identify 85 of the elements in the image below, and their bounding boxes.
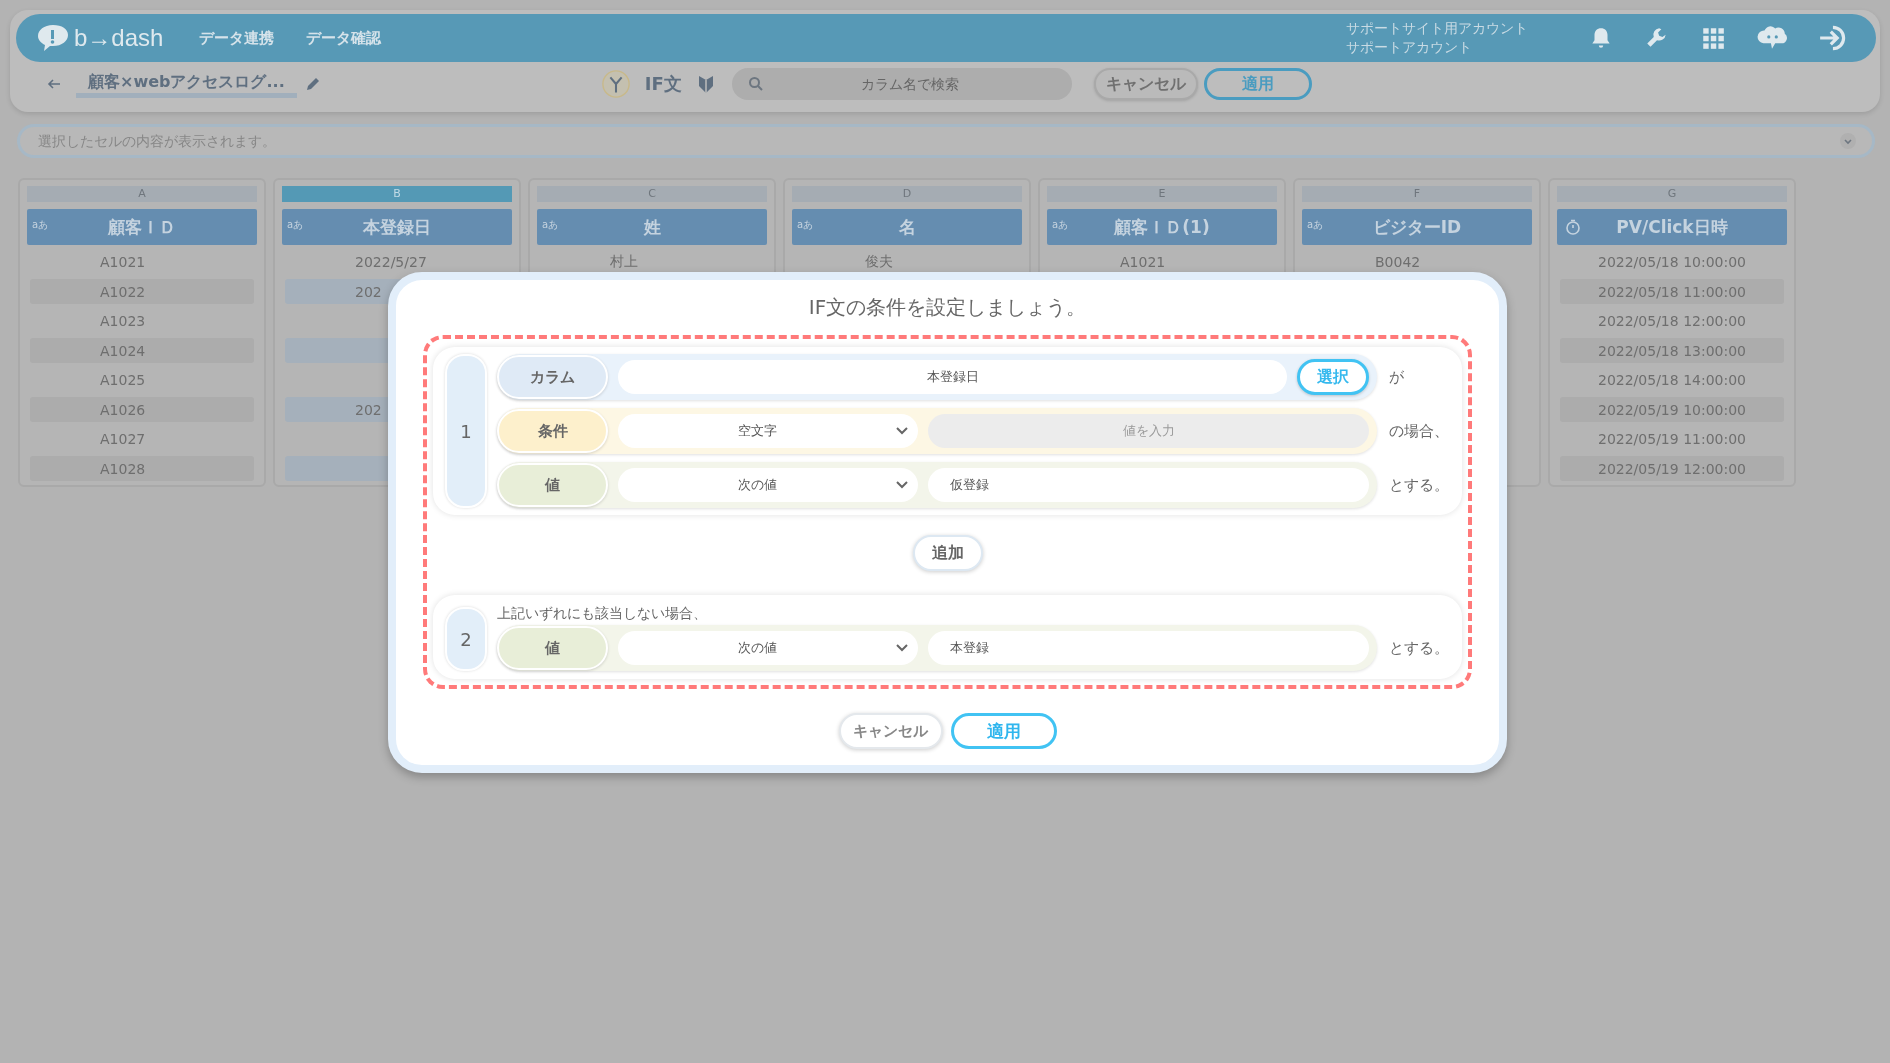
column-header[interactable]: aあ ビジターID [1302, 209, 1532, 245]
search-input[interactable]: カラム名で検索 [763, 75, 1056, 93]
table-cell-text: A1022 [100, 283, 147, 300]
column-name: 本登録日 [363, 215, 431, 239]
value-field[interactable]: 仮登録 [928, 468, 1369, 502]
branch-icon [600, 69, 631, 99]
row-label: カラム [497, 355, 608, 399]
table-cell: 2022/05/18 12:00:00 [1598, 313, 1746, 329]
apply-button[interactable]: 適用 [1203, 68, 1312, 100]
table-cell-text: A1027 [100, 431, 147, 447]
table-cell-text: A1021 [1120, 254, 1167, 270]
account-name: サポートサイト用アカウント [1346, 19, 1528, 38]
table-cell: 2022/05/18 11:00:00 [1598, 283, 1746, 300]
dropdown[interactable]: 次の値 [618, 468, 918, 502]
select-button[interactable]: 選択 [1297, 359, 1369, 395]
table-cell-text: 俊夫 [865, 253, 894, 271]
table-cell-text: A1024 [100, 342, 147, 359]
chevron-down-icon[interactable] [896, 644, 908, 652]
type-label: aあ [797, 218, 814, 232]
chevron-down-icon[interactable] [896, 427, 908, 435]
table-cell-text: 202 [355, 283, 383, 300]
logo-text: b→dash [74, 24, 164, 52]
row-suffix: の場合、 [1389, 421, 1449, 441]
table-cell: 2022/05/19 12:00:00 [1598, 460, 1746, 477]
table-cell-text: B0042 [1375, 254, 1422, 270]
column-field[interactable]: 本登録日 [618, 360, 1287, 394]
type-label: aあ [32, 218, 49, 232]
dialog-title: IF文の条件を設定しましょう。 [807, 294, 1088, 321]
column-name: 顧客ＩＤ [108, 215, 176, 239]
column-name: 姓 [643, 215, 661, 239]
rule-number: 2 [445, 607, 487, 671]
table-cell: 2022/05/19 11:00:00 [1598, 431, 1746, 447]
column-name: 顧客ＩＤ(1) [1114, 215, 1210, 239]
column-header[interactable]: aあ 顧客ＩＤ(1) [1047, 209, 1277, 245]
file-title[interactable]: 顧客×webアクセスログ... [76, 70, 297, 98]
column-header[interactable]: aあ 顧客ＩＤ [27, 209, 257, 245]
pencil-icon[interactable] [304, 76, 321, 92]
table-cell: 2022/05/19 10:00:00 [1598, 401, 1746, 418]
table-cell: 2022/05/18 14:00:00 [1598, 372, 1746, 388]
type-label: aあ [1052, 218, 1069, 232]
row-suffix: が [1389, 367, 1404, 387]
chevron-down-icon[interactable] [896, 481, 908, 489]
row-suffix: とする。 [1389, 475, 1449, 495]
search-field[interactable]: カラム名で検索 [731, 68, 1072, 100]
column-name: ビジターID [1372, 215, 1462, 239]
table-cell-text: A1025 [100, 372, 147, 388]
table-cell: 2022/05/18 10:00:00 [1598, 254, 1746, 270]
column-header[interactable]: aあ 姓 [537, 209, 767, 245]
nav-link[interactable]: データ連携 [199, 28, 275, 48]
column-header[interactable]: PV/Click日時 [1557, 209, 1787, 245]
table-cell: 2022/05/18 13:00:00 [1598, 342, 1746, 359]
column-name: 名 [898, 215, 916, 239]
type-label: aあ [542, 218, 559, 232]
row-suffix: とする。 [1389, 638, 1449, 658]
account-name: サポートアカウント [1346, 38, 1473, 57]
cancel-button[interactable]: キャンセル [838, 713, 943, 749]
type-label: aあ [1307, 218, 1324, 232]
column-header[interactable]: aあ 名 [792, 209, 1022, 245]
rule-number: 1 [445, 354, 487, 508]
add-button[interactable]: 追加 [912, 535, 983, 571]
row-label: 値 [497, 626, 608, 670]
table-cell-text: A1028 [100, 460, 147, 477]
row-label: 値 [497, 463, 608, 507]
column-header[interactable]: aあ 本登録日 [282, 209, 512, 245]
table-cell-text: A1026 [100, 401, 147, 418]
cancel-button[interactable]: キャンセル [1093, 68, 1198, 100]
speech-bubble-logo-icon [36, 23, 70, 53]
table-cell-text: A1023 [100, 313, 147, 329]
apply-button[interactable]: 適用 [950, 713, 1057, 749]
table-cell-text: 202 [355, 401, 383, 418]
value-field[interactable]: 本登録 [928, 631, 1369, 665]
type-label: aあ [287, 218, 304, 232]
stopwatch-icon [1565, 219, 1581, 235]
grid-icon[interactable] [1700, 25, 1726, 51]
row-label: 条件 [497, 409, 608, 453]
table-cell-text: 2022/5/27 [355, 254, 428, 270]
column-letter[interactable]: B [282, 186, 512, 202]
table-cell-text: A1021 [100, 254, 147, 270]
dropdown[interactable]: 次の値 [618, 631, 918, 665]
nav-link[interactable]: データ確認 [306, 28, 382, 48]
default-note: 上記いずれにも該当しない場合、 [497, 605, 708, 623]
column-name: PV/Click日時 [1616, 215, 1728, 239]
table-cell-text: 村上 [610, 253, 639, 271]
function-label: IF文 [644, 72, 682, 96]
search-icon [747, 76, 764, 92]
